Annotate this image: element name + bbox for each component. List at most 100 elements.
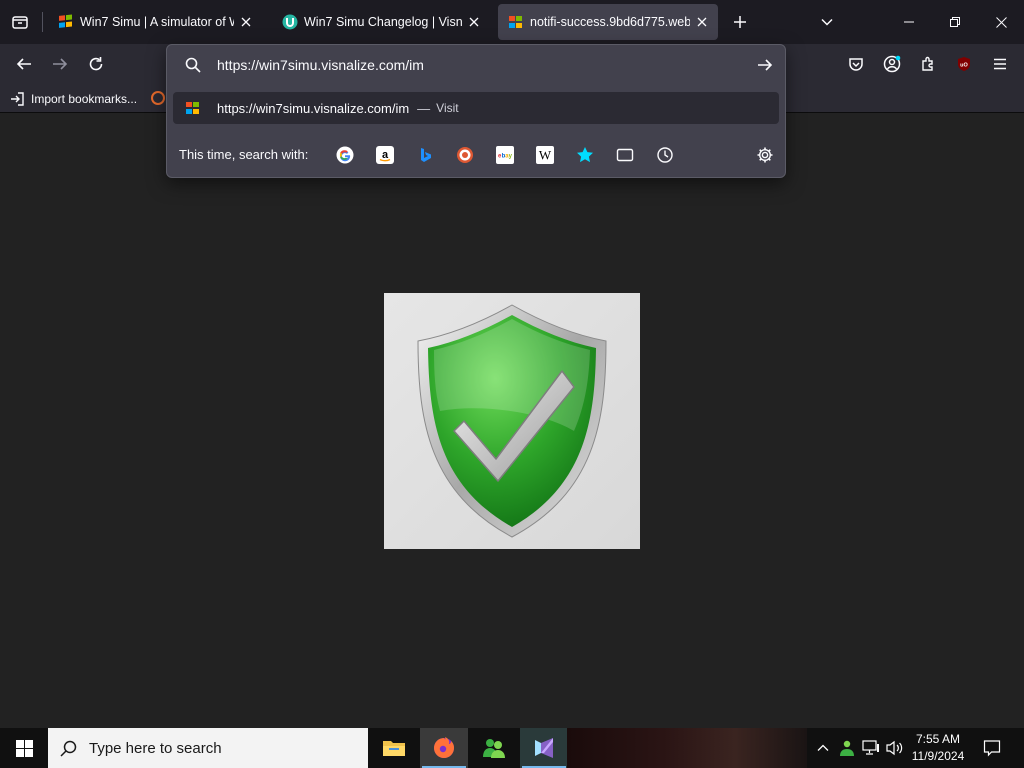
- search-engine-google[interactable]: [335, 145, 355, 165]
- windows-logo-icon: [15, 739, 33, 757]
- taskbar-search-box[interactable]: Type here to search: [48, 728, 368, 768]
- urlbar-popup: https://win7simu.visnalize.com/im — Visi…: [166, 44, 786, 178]
- pocket-icon: [849, 58, 863, 71]
- tray-volume[interactable]: [884, 728, 906, 768]
- clock-date: 11/9/2024: [911, 749, 965, 763]
- chevron-up-icon: [817, 744, 829, 751]
- urlbar-result-row[interactable]: https://win7simu.visnalize.com/im — Visi…: [173, 92, 779, 124]
- forward-button[interactable]: [44, 48, 76, 80]
- close-icon: [697, 17, 707, 27]
- amazon-icon: a: [376, 146, 394, 164]
- search-engine-bing[interactable]: [415, 145, 435, 165]
- taskbar-clock[interactable]: 7:55 AM 11/9/2024: [906, 731, 970, 765]
- search-bookmarks-button[interactable]: [575, 145, 595, 165]
- tab-win7simu[interactable]: Win7 Simu | A simulator of Windows 7: [48, 4, 262, 40]
- go-button[interactable]: [753, 53, 777, 77]
- search-settings-button[interactable]: [755, 145, 775, 165]
- import-bookmarks-button[interactable]: Import bookmarks...: [10, 89, 137, 109]
- taskbar-firefox[interactable]: [420, 728, 468, 768]
- search-engine-wikipedia[interactable]: W: [535, 145, 555, 165]
- search-engine-duckduckgo[interactable]: [455, 145, 475, 165]
- urlbar-input[interactable]: [217, 55, 737, 75]
- tabs-icon: [616, 148, 634, 162]
- bookmark-favicon-icon: [151, 91, 165, 105]
- close-tab-button[interactable]: [694, 14, 710, 30]
- new-tab-button[interactable]: [718, 0, 762, 44]
- list-all-tabs-button[interactable]: [0, 0, 40, 44]
- account-button[interactable]: [876, 48, 908, 80]
- tab-changelog[interactable]: Win7 Simu Changelog | Visnalize: [272, 4, 490, 40]
- import-icon: [11, 92, 24, 106]
- arrow-right-icon: [53, 58, 68, 70]
- tray-network[interactable]: [860, 728, 882, 768]
- restore-icon: [950, 17, 960, 27]
- pocket-button[interactable]: [840, 48, 872, 80]
- app-menu-button[interactable]: [984, 48, 1016, 80]
- action-center-button[interactable]: [976, 728, 1008, 768]
- taskbar-messenger[interactable]: [470, 728, 518, 768]
- taskbar-search-placeholder: Type here to search: [89, 739, 222, 757]
- gear-icon: [757, 147, 773, 163]
- wikipedia-icon: W: [536, 146, 554, 164]
- bookmark-item[interactable]: [150, 90, 166, 106]
- displayed-image: [384, 293, 640, 549]
- tab-title: Win7 Simu Changelog | Visnalize: [304, 15, 462, 29]
- urlbar-input-row: [167, 45, 785, 85]
- tab-title: Win7 Simu | A simulator of Windows 7: [80, 15, 234, 29]
- tray-people-app[interactable]: [836, 728, 858, 768]
- puzzle-piece-icon: [922, 56, 933, 71]
- folder-icon: [383, 741, 405, 756]
- firefox-icon: [434, 737, 454, 758]
- chevron-down-icon: [821, 18, 833, 26]
- minimize-button[interactable]: [886, 0, 932, 44]
- close-tab-button[interactable]: [466, 14, 482, 30]
- search-history-button[interactable]: [655, 145, 675, 165]
- taskbar-visual-studio[interactable]: [520, 728, 568, 768]
- arrow-right-icon: [758, 59, 773, 71]
- close-icon: [995, 16, 1007, 28]
- search-tabs-button[interactable]: [615, 145, 635, 165]
- taskbar-file-explorer[interactable]: [370, 728, 418, 768]
- tab-strip: Win7 Simu | A simulator of Windows 7 Win…: [0, 0, 1024, 44]
- taskbar-background-strip: [567, 728, 807, 768]
- reload-button[interactable]: [80, 48, 112, 80]
- bing-icon: [421, 148, 431, 162]
- messenger-buddies-icon: [483, 739, 505, 758]
- search-engine-amazon[interactable]: a: [375, 145, 395, 165]
- win7-logo-icon: [186, 102, 199, 114]
- duckduckgo-icon: [457, 147, 473, 163]
- account-icon: [883, 55, 901, 73]
- search-engine-ebay[interactable]: ebay: [495, 145, 515, 165]
- close-tab-button[interactable]: [238, 14, 254, 30]
- close-icon: [241, 17, 251, 27]
- google-icon: [336, 146, 354, 164]
- search-icon: [60, 740, 77, 757]
- ublock-origin-button[interactable]: uO: [948, 48, 980, 80]
- history-icon: [657, 147, 673, 163]
- minimize-icon: [904, 21, 914, 23]
- restore-button[interactable]: [932, 0, 978, 44]
- back-button[interactable]: [8, 48, 40, 80]
- tab-overview-icon: [12, 16, 28, 29]
- visual-studio-icon: [535, 738, 553, 758]
- hamburger-menu-icon: [994, 58, 1006, 70]
- close-window-button[interactable]: [978, 0, 1024, 44]
- one-off-search-bar: This time, search with: a ebay W: [167, 135, 785, 175]
- start-button[interactable]: [0, 728, 48, 768]
- ebay-icon: ebay: [496, 146, 514, 164]
- tab-image[interactable]: notifi-success.9bd6d775.webp (WEBP Image…: [498, 4, 718, 40]
- show-hidden-icons-button[interactable]: [812, 728, 834, 768]
- reload-icon: [89, 57, 103, 71]
- taskbar: Type here to search 7:55 AM 11/9/2024: [0, 728, 1024, 768]
- win7-logo-icon: [509, 16, 522, 28]
- ublock-origin-icon: uO: [958, 57, 970, 71]
- visnalize-logo-icon: [282, 14, 298, 30]
- green-shield-checkmark-icon: [417, 304, 607, 538]
- list-tabs-dropdown-button[interactable]: [804, 0, 850, 44]
- clock-time: 7:55 AM: [915, 732, 961, 746]
- win7-logo-icon: [59, 14, 72, 28]
- notification-icon: [983, 740, 1001, 757]
- tab-title: notifi-success.9bd6d775.webp (WEBP Image…: [530, 15, 690, 29]
- import-bookmarks-label: Import bookmarks...: [31, 92, 138, 106]
- extensions-button[interactable]: [912, 48, 944, 80]
